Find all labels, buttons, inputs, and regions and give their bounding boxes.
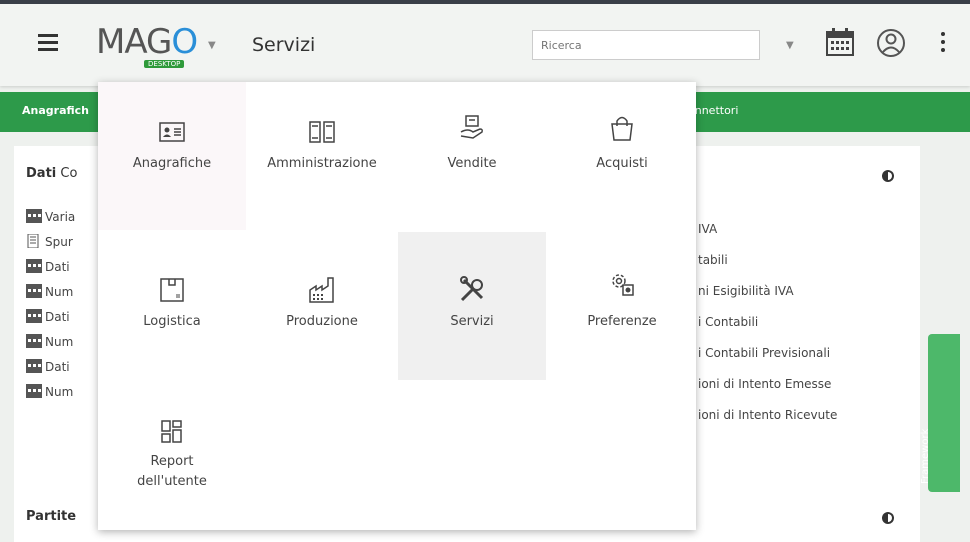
hamburger-menu-icon[interactable] [38, 34, 58, 51]
menu-item-label: Report dell'utente [137, 454, 207, 489]
nav-tab-anagrafiche[interactable]: Anagrafich [22, 104, 89, 117]
binders-icon [309, 121, 335, 143]
table-icon [26, 359, 42, 373]
gears-icon [612, 274, 634, 296]
section-toggle-icon[interactable] [882, 512, 894, 524]
list-item[interactable]: Num [26, 384, 73, 399]
table-icon [26, 284, 42, 298]
menu-item-label: Anagrafiche [132, 156, 212, 171]
report-icon [161, 420, 182, 443]
search-input[interactable] [532, 30, 760, 60]
shopping-bag-icon [611, 116, 633, 141]
menu-item-label: Amministrazione [267, 156, 377, 171]
menu-item-amministrazione[interactable]: Amministrazione [248, 82, 396, 230]
table-icon [26, 309, 42, 323]
table-icon [26, 209, 42, 223]
list-item[interactable]: tabili [698, 253, 728, 267]
more-options-icon[interactable] [940, 32, 946, 54]
list-item[interactable]: Spur [26, 234, 73, 249]
side-tab-label: Taskbuilder Framework [908, 427, 931, 484]
list-item[interactable]: Dati [26, 259, 70, 274]
menu-item-anagrafiche[interactable]: Anagrafiche [98, 82, 246, 230]
menu-item-label: Produzione [286, 314, 358, 329]
document-icon [27, 234, 39, 248]
modules-mega-menu: Anagrafiche Amministrazione Vendite Acqu… [98, 82, 696, 530]
logo-subtext: DESKTOP [144, 60, 185, 68]
list-item[interactable]: IVA [698, 222, 717, 236]
menu-item-label: Servizi [450, 314, 494, 329]
list-item[interactable]: Dati [26, 359, 70, 374]
list-item[interactable]: Dati [26, 309, 70, 324]
section-title-dati-contabili: Dati Co [26, 166, 78, 181]
menu-item-label: Preferenze [587, 314, 657, 329]
menu-item-label: Logistica [143, 314, 201, 329]
section-toggle-icon[interactable] [882, 170, 894, 182]
top-bar: MAGO DESKTOP ▼ Servizi ▼ [0, 0, 970, 86]
factory-icon [309, 277, 334, 303]
table-icon [26, 384, 42, 398]
user-profile-icon[interactable] [876, 28, 906, 58]
menu-item-produzione[interactable]: Produzione [248, 232, 396, 380]
list-item[interactable]: i Contabili [698, 315, 758, 329]
menu-item-preferenze[interactable]: Preferenze [548, 232, 696, 380]
list-item[interactable]: Varia [26, 209, 75, 224]
list-item[interactable]: ni Esigibilità IVA [698, 284, 794, 298]
menu-item-label: Acquisti [596, 156, 648, 171]
section-title-partite: Partite [26, 509, 77, 524]
list-item[interactable]: ioni di Intento Emesse [698, 377, 831, 391]
menu-item-acquisti[interactable]: Acquisti [548, 82, 696, 230]
menu-item-logistica[interactable]: Logistica [98, 232, 246, 380]
table-icon [26, 334, 42, 348]
page-title: Servizi [252, 34, 316, 56]
logo-text-go: O [171, 22, 198, 62]
logo-text: MAG [96, 22, 172, 62]
chevron-down-icon[interactable]: ▼ [208, 40, 216, 51]
list-item[interactable]: Num [26, 334, 73, 349]
taskbuilder-framework-tab[interactable]: Taskbuilder Framework [908, 334, 960, 492]
list-item[interactable]: ioni di Intento Ricevute [698, 408, 837, 422]
list-item[interactable]: i Contabili Previsionali [698, 346, 830, 360]
menu-item-label: Vendite [447, 156, 497, 171]
calendar-icon[interactable] [824, 26, 856, 58]
menu-item-report-utente[interactable]: Report dell'utente [98, 382, 246, 530]
search-chevron-down-icon[interactable]: ▼ [786, 40, 794, 51]
mago-logo[interactable]: MAGO DESKTOP [96, 22, 198, 68]
hand-card-icon [460, 115, 483, 139]
table-icon [26, 259, 42, 273]
list-item[interactable]: Num [26, 284, 73, 299]
box-icon [160, 278, 184, 302]
menu-item-vendite[interactable]: Vendite [398, 82, 546, 230]
contact-card-icon [159, 122, 185, 142]
menu-item-servizi[interactable]: Servizi [398, 232, 546, 380]
tools-icon [460, 276, 484, 302]
